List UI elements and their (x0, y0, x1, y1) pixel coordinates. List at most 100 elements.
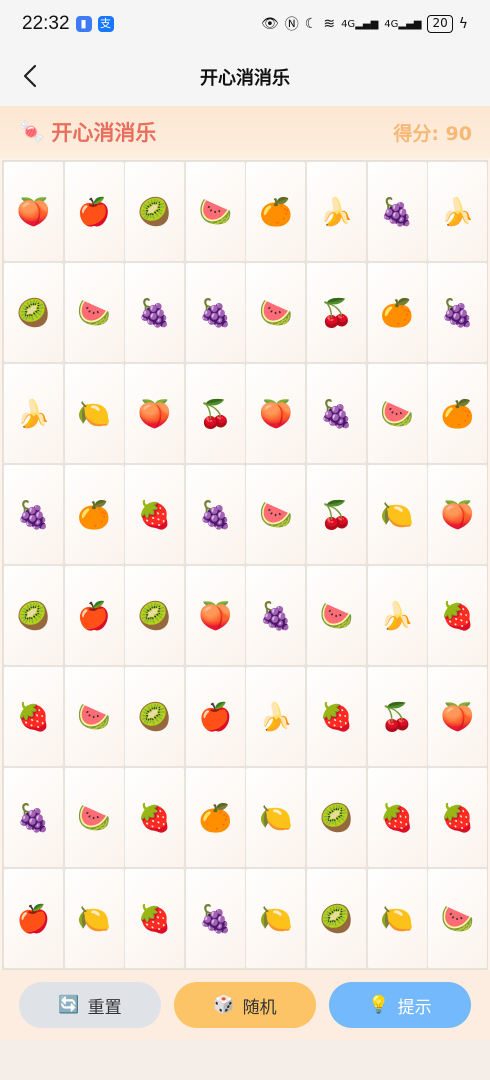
tile-banana[interactable]: 🍌 (246, 667, 306, 766)
tile-grapes[interactable]: 🍇 (307, 364, 366, 463)
tile-cherries[interactable]: 🍒 (307, 263, 366, 362)
wifi-icon: ≋ (323, 16, 336, 32)
tile-grapes[interactable]: 🍇 (185, 263, 245, 362)
tile-peach[interactable]: 🍑 (125, 364, 185, 463)
tile-grapes[interactable]: 🍇 (4, 768, 63, 867)
tile-lemon[interactable]: 🍋 (246, 869, 306, 968)
alipay-notification-icon: 支 (97, 16, 114, 32)
hint-button[interactable]: 💡 提示 (329, 982, 471, 1028)
tile-apple[interactable]: 🍎 (64, 162, 124, 261)
lemon-icon: 🍋 (259, 903, 293, 935)
grapes-icon: 🍇 (198, 297, 233, 329)
tile-grapes[interactable]: 🍇 (185, 465, 245, 564)
toolbar: 🔄 重置 🎲 随机 💡 提示 (0, 970, 490, 1040)
tile-lemon[interactable]: 🍋 (367, 465, 427, 564)
tile-kiwi[interactable]: 🥝 (125, 667, 185, 766)
dice-icon: 🎲 (213, 995, 235, 1014)
kiwi-icon: 🥝 (16, 600, 51, 632)
tile-watermelon[interactable]: 🍉 (367, 364, 427, 463)
back-button[interactable] (10, 56, 50, 96)
signal-label-1: 4G (341, 18, 356, 30)
tile-banana[interactable]: 🍌 (428, 162, 488, 261)
grapes-icon: 🍇 (137, 297, 172, 329)
tile-grapes[interactable]: 🍇 (125, 263, 185, 362)
tile-grapes[interactable]: 🍇 (246, 566, 306, 665)
tile-peach[interactable]: 🍑 (428, 667, 488, 766)
tile-kiwi[interactable]: 🥝 (4, 566, 63, 665)
tile-lemon[interactable]: 🍋 (64, 364, 124, 463)
peach-icon: 🍑 (198, 600, 233, 632)
tile-cherries[interactable]: 🍒 (367, 667, 427, 766)
grapes-icon: 🍇 (16, 802, 51, 834)
tile-watermelon[interactable]: 🍉 (64, 263, 124, 362)
strawberry-icon: 🍓 (137, 903, 172, 935)
lemon-icon: 🍋 (380, 499, 414, 531)
tile-strawberry[interactable]: 🍓 (367, 768, 427, 867)
app-notification-icon: ▮ (75, 16, 92, 32)
banana-icon: 🍌 (380, 600, 414, 632)
tile-orange[interactable]: 🍊 (428, 364, 488, 463)
tile-strawberry[interactable]: 🍓 (4, 667, 63, 766)
apple-icon: 🍎 (198, 701, 233, 733)
tile-strawberry[interactable]: 🍓 (125, 869, 185, 968)
tile-watermelon[interactable]: 🍉 (64, 768, 124, 867)
tile-kiwi[interactable]: 🥝 (125, 162, 185, 261)
tile-cherries[interactable]: 🍒 (185, 364, 245, 463)
tile-orange[interactable]: 🍊 (246, 162, 306, 261)
lemon-icon: 🍋 (77, 903, 111, 935)
tile-peach[interactable]: 🍑 (185, 566, 245, 665)
watermelon-icon: 🍉 (319, 600, 354, 632)
tile-orange[interactable]: 🍊 (64, 465, 124, 564)
tile-watermelon[interactable]: 🍉 (246, 465, 306, 564)
tile-grapes[interactable]: 🍇 (4, 465, 63, 564)
tile-peach[interactable]: 🍑 (246, 364, 306, 463)
tile-lemon[interactable]: 🍋 (64, 869, 124, 968)
grapes-icon: 🍇 (16, 499, 51, 531)
lemon-icon: 🍋 (380, 903, 414, 935)
tile-lemon[interactable]: 🍋 (246, 768, 306, 867)
moon-icon: ☾ (304, 16, 318, 32)
cherries-icon: 🍒 (198, 398, 233, 430)
tile-watermelon[interactable]: 🍉 (307, 566, 366, 665)
nav-bar: 开心消消乐 (0, 48, 490, 106)
tile-strawberry[interactable]: 🍓 (125, 465, 185, 564)
tile-watermelon[interactable]: 🍉 (246, 263, 306, 362)
tile-grapes[interactable]: 🍇 (367, 162, 427, 261)
tile-banana[interactable]: 🍌 (367, 566, 427, 665)
tile-strawberry[interactable]: 🍓 (428, 768, 488, 867)
tile-kiwi[interactable]: 🥝 (125, 566, 185, 665)
tile-peach[interactable]: 🍑 (4, 162, 63, 261)
watermelon-icon: 🍉 (198, 196, 233, 228)
tile-banana[interactable]: 🍌 (307, 162, 366, 261)
tile-orange[interactable]: 🍊 (185, 768, 245, 867)
peach-icon: 🍑 (440, 701, 475, 733)
tile-grapes[interactable]: 🍇 (185, 869, 245, 968)
tile-watermelon[interactable]: 🍉 (64, 667, 124, 766)
tile-peach[interactable]: 🍑 (428, 465, 488, 564)
grapes-icon: 🍇 (198, 499, 233, 531)
tile-watermelon[interactable]: 🍉 (428, 869, 488, 968)
strawberry-icon: 🍓 (137, 802, 172, 834)
random-button[interactable]: 🎲 随机 (174, 982, 316, 1028)
reset-label: 重置 (87, 997, 122, 1017)
tile-lemon[interactable]: 🍋 (367, 869, 427, 968)
tile-strawberry[interactable]: 🍓 (125, 768, 185, 867)
refresh-icon: 🔄 (58, 995, 80, 1014)
strawberry-icon: 🍓 (16, 701, 51, 733)
cherries-icon: 🍒 (319, 297, 354, 329)
tile-orange[interactable]: 🍊 (367, 263, 427, 362)
peach-icon: 🍑 (259, 398, 293, 430)
tile-apple[interactable]: 🍎 (64, 566, 124, 665)
tile-watermelon[interactable]: 🍉 (185, 162, 245, 261)
tile-grapes[interactable]: 🍇 (428, 263, 488, 362)
tile-cherries[interactable]: 🍒 (307, 465, 366, 564)
tile-kiwi[interactable]: 🥝 (4, 263, 63, 362)
tile-kiwi[interactable]: 🥝 (307, 768, 366, 867)
reset-button[interactable]: 🔄 重置 (19, 982, 161, 1028)
tile-apple[interactable]: 🍎 (185, 667, 245, 766)
tile-strawberry[interactable]: 🍓 (307, 667, 366, 766)
tile-banana[interactable]: 🍌 (4, 364, 63, 463)
tile-kiwi[interactable]: 🥝 (307, 869, 366, 968)
tile-apple[interactable]: 🍎 (4, 869, 63, 968)
tile-strawberry[interactable]: 🍓 (428, 566, 488, 665)
